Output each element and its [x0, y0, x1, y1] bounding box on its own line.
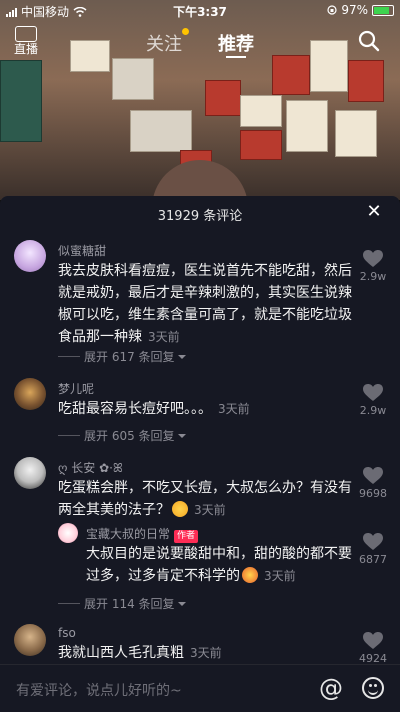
- comment-time: 3天前: [148, 330, 180, 344]
- divider-line: [58, 603, 80, 604]
- shelf-box: [112, 58, 154, 100]
- comment-time: 3天前: [218, 402, 250, 416]
- author-badge: 作者: [174, 530, 199, 543]
- shelf-box: [286, 100, 328, 152]
- orientation-lock-icon: [327, 5, 337, 15]
- comment-body: 吃甜最容易长痘好吧。。。: [58, 401, 212, 417]
- shelf-box: [240, 95, 282, 127]
- chevron-down-icon: [177, 433, 186, 438]
- like-button[interactable]: 2.9w: [356, 384, 390, 417]
- heart-icon: [363, 632, 383, 649]
- like-count: 9698: [359, 487, 387, 500]
- like-count: 2.9w: [359, 270, 387, 283]
- comment-text: 我去皮肤科看痘痘，医生说首先不能吃甜，然后就是戒奶，最后才是辛辣刺激的，其实医生…: [58, 260, 358, 348]
- expand-label: 展开 605 条回复: [84, 429, 175, 443]
- laughing-emoji-icon: [172, 501, 188, 517]
- like-count: 6877: [359, 553, 387, 566]
- battery-icon: [372, 4, 394, 16]
- reply-like-button[interactable]: 6877: [356, 533, 390, 566]
- expand-replies[interactable]: 展开 114 条回复: [58, 595, 187, 612]
- comment-body: 我去皮肤科看痘痘，医生说首先不能吃甜，然后就是戒奶，最后才是辛辣刺激的，其实医生…: [58, 263, 352, 345]
- reply-username-row: 宝藏大叔的日常 作者: [86, 525, 199, 543]
- comment-text: 吃蛋糕会胖，不吃又长痘，大叔怎么办？有没有两全其美的法子？ 3天前: [58, 477, 358, 521]
- shelf-box: [240, 130, 282, 160]
- shelf-box: [348, 60, 384, 102]
- shelf-box: [335, 110, 377, 157]
- comments-count-title: 31929 条评论: [157, 209, 243, 224]
- expand-label: 展开 114 条回复: [84, 597, 175, 611]
- reply-time: 3天前: [264, 569, 296, 583]
- close-icon[interactable]: ✕: [364, 202, 384, 222]
- expand-replies[interactable]: 展开 605 条回复: [58, 427, 187, 444]
- sweat-emoji-icon: [242, 567, 258, 583]
- live-button[interactable]: 直播: [14, 26, 38, 56]
- reply-body: 大叔目的是说要酸甜中和，甜的酸的都不要过多，过多肯定不科学的: [86, 546, 352, 584]
- like-button[interactable]: 4924: [356, 632, 390, 665]
- top-nav: 直播 关注 推荐: [0, 22, 400, 62]
- heart-icon: [363, 467, 383, 484]
- heart-icon: [363, 384, 383, 401]
- comments-header: 31929 条评论 ✕: [0, 196, 400, 228]
- reply-username[interactable]: 宝藏大叔的日常: [86, 527, 170, 541]
- comment-input-bar: 有爱评论，说点儿好听的~ @: [0, 664, 400, 712]
- avatar[interactable]: [14, 457, 46, 489]
- chevron-down-icon: [177, 354, 186, 359]
- avatar[interactable]: [14, 240, 46, 272]
- comment-username[interactable]: ღ 长安 ✿·ꕤ: [58, 459, 123, 476]
- chevron-down-icon: [177, 601, 186, 606]
- reply-text: 大叔目的是说要酸甜中和，甜的酸的都不要过多，过多肯定不科学的 3天前: [86, 543, 358, 587]
- like-count: 2.9w: [359, 404, 387, 417]
- heart-icon: [363, 250, 383, 267]
- comment-input[interactable]: 有爱评论，说点儿好听的~: [16, 680, 182, 700]
- battery-percent: 97%: [341, 3, 368, 17]
- comments-panel: 31929 条评论 ✕ 似蜜糖甜 我去皮肤科看痘痘，医生说首先不能吃甜，然后就是…: [0, 196, 400, 665]
- like-button[interactable]: 9698: [356, 467, 390, 500]
- divider-line: [58, 435, 80, 436]
- like-button[interactable]: 2.9w: [356, 250, 390, 283]
- comment-username[interactable]: 似蜜糖甜: [58, 242, 106, 259]
- person-head: [152, 160, 248, 200]
- tab-follow[interactable]: 关注: [146, 30, 182, 56]
- comment-username[interactable]: fso: [58, 626, 76, 640]
- expand-label: 展开 617 条回复: [84, 350, 175, 364]
- avatar[interactable]: [14, 624, 46, 656]
- comment-text: 我就山西人毛孔真粗 3天前: [58, 642, 358, 664]
- reply-avatar[interactable]: [58, 523, 78, 543]
- search-icon[interactable]: [358, 30, 380, 52]
- shelf-box: [130, 110, 192, 152]
- active-tab-indicator: [226, 56, 246, 58]
- mention-icon[interactable]: @: [318, 675, 344, 701]
- tv-icon: [15, 26, 37, 42]
- tab-recommend[interactable]: 推荐: [218, 30, 254, 56]
- comment-body: 我就山西人毛孔真粗: [58, 645, 184, 661]
- comment-time: 3天前: [194, 503, 226, 517]
- divider-line: [58, 356, 80, 357]
- expand-replies[interactable]: 展开 617 条回复: [58, 348, 187, 365]
- emoji-icon[interactable]: [362, 677, 384, 699]
- shelf-box: [0, 60, 42, 142]
- comment-time: 3天前: [190, 646, 222, 660]
- comment-username[interactable]: 梦儿呢: [58, 380, 94, 397]
- live-label: 直播: [14, 42, 39, 56]
- shelf-box: [205, 80, 241, 116]
- notification-dot: [182, 28, 189, 35]
- heart-icon: [363, 533, 383, 550]
- comment-text: 吃甜最容易长痘好吧。。。 3天前: [58, 398, 358, 420]
- avatar[interactable]: [14, 378, 46, 410]
- status-bar: 中国移动 下午3:37 97%: [0, 0, 400, 20]
